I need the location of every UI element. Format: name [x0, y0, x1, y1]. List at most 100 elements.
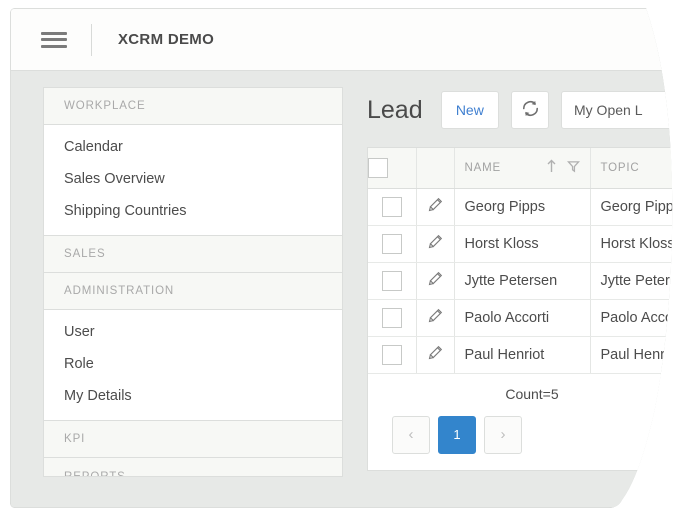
- row-edit-cell: [416, 188, 454, 225]
- new-button-label: New: [455, 102, 484, 118]
- refresh-icon: [521, 99, 540, 121]
- sidebar-section-workplace[interactable]: WORKPLACE: [44, 88, 342, 125]
- hamburger-menu-icon[interactable]: [41, 30, 67, 50]
- pencil-edit-icon[interactable]: [428, 200, 443, 216]
- main-content: Lead New My Open L NAME TOPIC Georg Pipp…: [343, 87, 681, 508]
- grid-footer: Count=5 ‹ 1 ›: [368, 374, 682, 470]
- table-row[interactable]: Georg Pipps Georg Pipps: [368, 188, 682, 225]
- pagination-prev-button[interactable]: ‹: [392, 416, 430, 454]
- hamburger-bar-1: [41, 32, 67, 35]
- row-checkbox[interactable]: [382, 308, 402, 328]
- pagination-page-1-button[interactable]: 1: [438, 416, 476, 454]
- table-row[interactable]: Paul Henriot Paul Henriot: [368, 336, 682, 373]
- sidebar-item-sales-overview-label: Sales Overview: [64, 171, 165, 187]
- body-area: WORKPLACE Calendar Sales Overview Shippi…: [11, 71, 681, 508]
- row-topic-cell: Horst Kloss: [590, 225, 682, 262]
- topic-column-header[interactable]: TOPIC: [590, 148, 682, 188]
- sidebar-section-reports[interactable]: REPORTS: [44, 458, 342, 477]
- topic-column-label: TOPIC: [600, 161, 640, 174]
- sidebar-item-my-details[interactable]: My Details: [44, 380, 342, 412]
- sidebar-item-calendar[interactable]: Calendar: [44, 131, 342, 163]
- row-edit-cell: [416, 299, 454, 336]
- sidebar-group-administration: User Role My Details: [44, 310, 342, 421]
- row-topic-cell: Georg Pipps: [590, 188, 682, 225]
- hamburger-bar-3: [41, 45, 67, 48]
- sidebar-item-role[interactable]: Role: [44, 348, 342, 380]
- edit-column-header: [416, 148, 454, 188]
- sort-asc-arrow-icon[interactable]: [546, 159, 557, 176]
- select-all-header: [368, 148, 416, 188]
- row-select-cell: [368, 225, 416, 262]
- table-row[interactable]: Paolo Accorti Paolo Accorti: [368, 299, 682, 336]
- sidebar-section-workplace-label: WORKPLACE: [64, 100, 146, 112]
- row-checkbox[interactable]: [382, 197, 402, 217]
- pagination: ‹ 1 ›: [368, 416, 682, 454]
- pagination-page-1-label: 1: [453, 427, 461, 442]
- filter-funnel-icon[interactable]: [567, 160, 580, 176]
- row-edit-cell: [416, 262, 454, 299]
- row-checkbox[interactable]: [382, 345, 402, 365]
- sidebar-item-sales-overview[interactable]: Sales Overview: [44, 163, 342, 195]
- pencil-edit-icon[interactable]: [428, 237, 443, 253]
- chevron-right-icon: ›: [500, 426, 506, 443]
- row-select-cell: [368, 188, 416, 225]
- row-name-cell: Jytte Petersen: [454, 262, 590, 299]
- sidebar-item-role-label: Role: [64, 356, 94, 372]
- sidebar-section-sales-label: SALES: [64, 248, 106, 260]
- view-select[interactable]: My Open L: [561, 91, 681, 129]
- row-select-cell: [368, 299, 416, 336]
- row-select-cell: [368, 262, 416, 299]
- sidebar-section-administration[interactable]: ADMINISTRATION: [44, 273, 342, 310]
- name-column-label: NAME: [464, 161, 501, 174]
- sidebar-item-calendar-label: Calendar: [64, 139, 123, 155]
- table-header-row: NAME TOPIC: [368, 148, 682, 188]
- hamburger-bar-2: [41, 38, 67, 41]
- select-all-checkbox[interactable]: [368, 158, 388, 178]
- sidebar-item-user-label: User: [64, 324, 95, 340]
- row-edit-cell: [416, 225, 454, 262]
- row-topic-cell: Paul Henriot: [590, 336, 682, 373]
- main-toolbar: Lead New My Open L: [367, 87, 681, 133]
- sidebar-section-reports-label: REPORTS: [64, 470, 126, 477]
- sidebar-item-user[interactable]: User: [44, 316, 342, 348]
- sidebar-group-workplace: Calendar Sales Overview Shipping Countri…: [44, 125, 342, 236]
- table-row[interactable]: Jytte PetersenJytte Petersen: [368, 262, 682, 299]
- pagination-next-button[interactable]: ›: [484, 416, 522, 454]
- sidebar-section-kpi-label: KPI: [64, 433, 86, 445]
- row-name-cell: Paul Henriot: [454, 336, 590, 373]
- leads-grid-panel: NAME TOPIC Georg Pipps Georg Pipps Horst…: [367, 147, 682, 471]
- pencil-edit-icon[interactable]: [428, 311, 443, 327]
- table-head: NAME TOPIC: [368, 148, 682, 188]
- sidebar-nav: WORKPLACE Calendar Sales Overview Shippi…: [43, 87, 343, 477]
- pencil-edit-icon[interactable]: [428, 274, 443, 290]
- row-topic-cell: Paolo Accorti: [590, 299, 682, 336]
- sidebar-item-shipping-countries[interactable]: Shipping Countries: [44, 195, 342, 227]
- sidebar-section-sales[interactable]: SALES: [44, 236, 342, 273]
- row-edit-cell: [416, 336, 454, 373]
- new-button[interactable]: New: [441, 91, 499, 129]
- name-column-header[interactable]: NAME: [454, 148, 590, 188]
- top-bar: XCRM DEMO: [11, 9, 681, 71]
- chevron-left-icon: ‹: [408, 426, 414, 443]
- row-select-cell: [368, 336, 416, 373]
- top-bar-divider: [91, 24, 92, 56]
- refresh-button[interactable]: [511, 91, 549, 129]
- table-body: Georg Pipps Georg Pipps Horst Kloss Horst K…: [368, 188, 682, 373]
- sidebar-section-administration-label: ADMINISTRATION: [64, 285, 175, 297]
- app-window: XCRM DEMO WORKPLACE Calendar Sales Overv…: [10, 8, 682, 508]
- record-count-label: Count=5: [505, 385, 559, 402]
- row-checkbox[interactable]: [382, 234, 402, 254]
- row-checkbox[interactable]: [382, 271, 402, 291]
- row-name-cell: Georg Pipps: [454, 188, 590, 225]
- sidebar-item-my-details-label: My Details: [64, 388, 132, 404]
- leads-table: NAME TOPIC Georg Pipps Georg Pipps Horst…: [368, 148, 682, 374]
- row-name-cell: Horst Kloss: [454, 225, 590, 262]
- row-topic-cell: Jytte Petersen: [590, 262, 682, 299]
- sidebar-section-kpi[interactable]: KPI: [44, 421, 342, 458]
- page-title: Lead: [367, 95, 423, 124]
- sidebar-item-shipping-countries-label: Shipping Countries: [64, 203, 187, 219]
- table-row[interactable]: Horst Kloss Horst Kloss: [368, 225, 682, 262]
- view-select-value: My Open L: [574, 102, 643, 118]
- pencil-edit-icon[interactable]: [428, 348, 443, 364]
- screenshot-canvas: XCRM DEMO WORKPLACE Calendar Sales Overv…: [0, 0, 693, 531]
